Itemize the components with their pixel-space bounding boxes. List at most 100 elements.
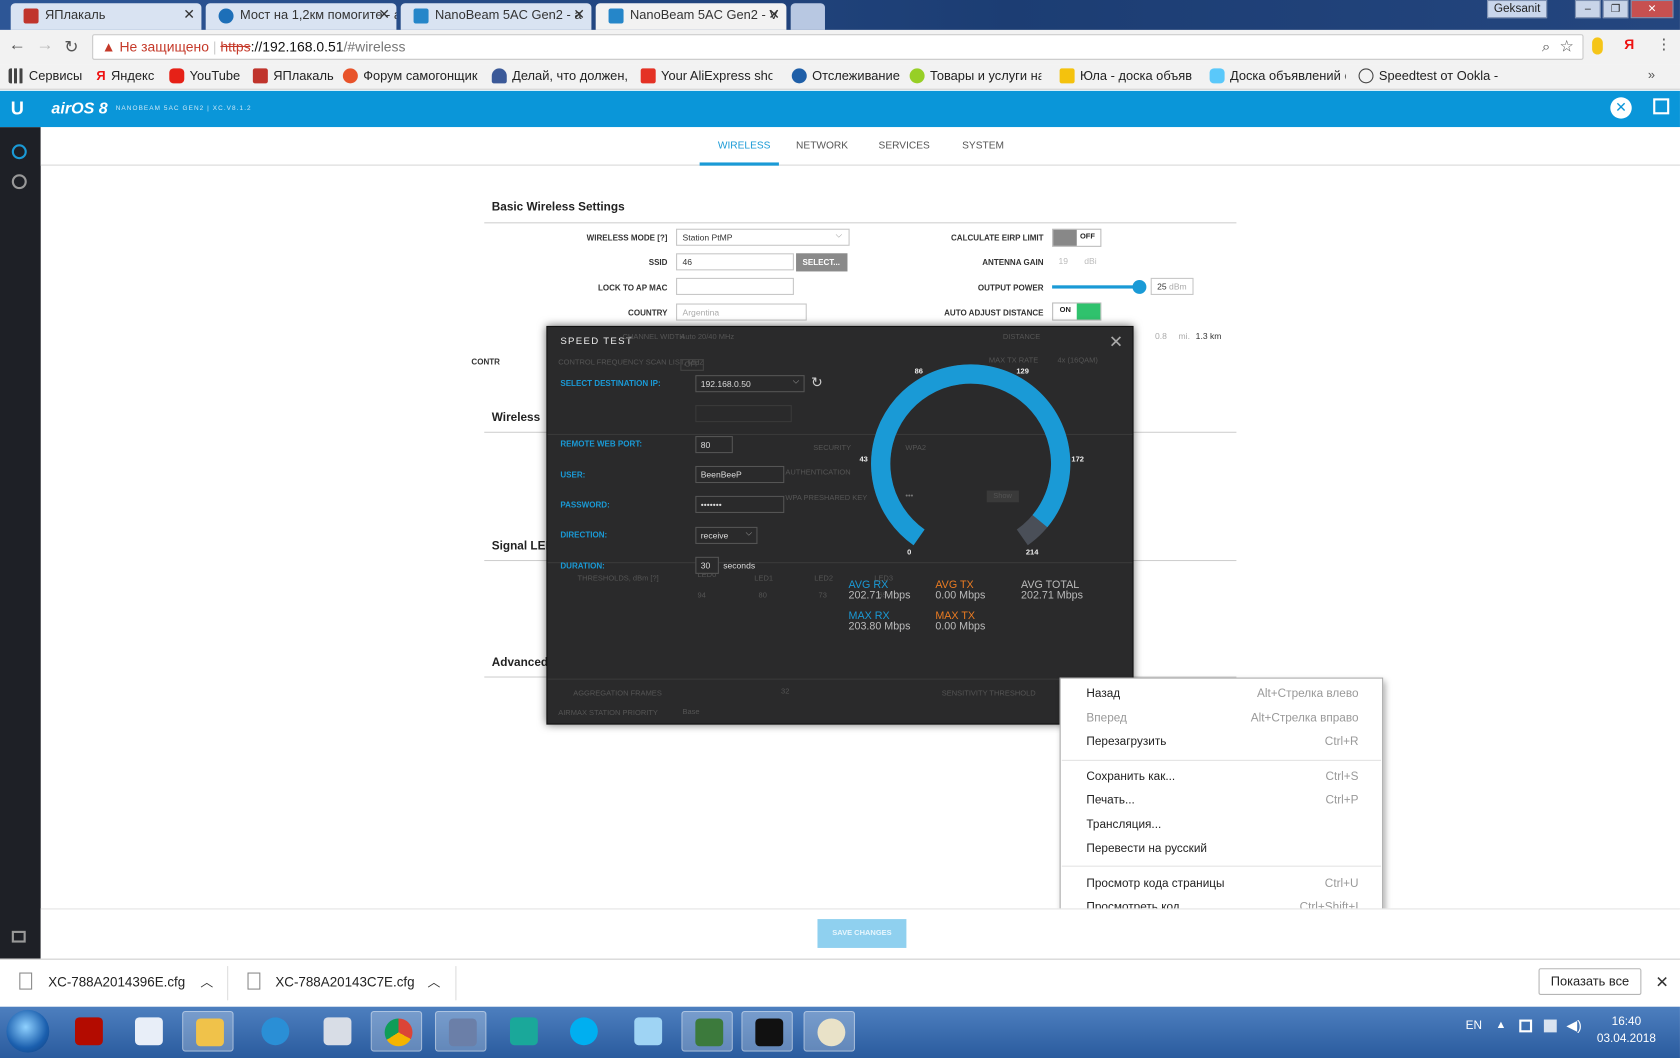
- bookmark-youtube[interactable]: YouTube: [169, 68, 240, 84]
- close-window-icon[interactable]: ✕: [1630, 0, 1674, 19]
- close-icon[interactable]: ✕: [1109, 331, 1123, 352]
- menu-item-cast[interactable]: Трансляция...: [1086, 819, 1358, 832]
- menu-item-print[interactable]: Печать... Ctrl+P: [1086, 794, 1358, 807]
- profile-button[interactable]: Geksanit: [1487, 0, 1548, 19]
- calculator-icon: [323, 1017, 352, 1046]
- menu-item-forward[interactable]: Вперед Alt+Стрелка вправо: [1086, 712, 1358, 725]
- user-input[interactable]: BeenBeeP: [695, 465, 785, 484]
- bookmark-yandex[interactable]: Я Яндекс: [96, 68, 154, 83]
- yandex-icon: Я: [96, 68, 106, 84]
- maximize-icon[interactable]: ❐: [1602, 0, 1629, 19]
- bookmark-delai[interactable]: Делай, что должен,: [491, 68, 628, 84]
- taskbar-calculator[interactable]: [311, 1011, 362, 1052]
- taskbar-paint[interactable]: [803, 1010, 855, 1052]
- tab-close-icon[interactable]: ✕: [768, 6, 780, 23]
- minimize-icon[interactable]: –: [1574, 0, 1601, 19]
- tab-forum[interactable]: Мост на 1,2км помогите - а ✕: [205, 3, 397, 30]
- chevron-up-icon[interactable]: ︿: [427, 973, 440, 991]
- bookmark-tracking[interactable]: Отслеживание: [791, 68, 900, 84]
- menu-dots-icon[interactable]: ⋮: [1656, 35, 1671, 53]
- direction-select[interactable]: receive ⌵: [695, 526, 758, 544]
- reload-icon[interactable]: ↻: [64, 36, 78, 57]
- close-shelf-icon[interactable]: ✕: [1655, 973, 1668, 992]
- logout-icon[interactable]: [1653, 98, 1670, 115]
- tab-network[interactable]: NETWORK: [796, 140, 848, 152]
- password-input[interactable]: •••••••: [695, 495, 785, 513]
- network-tray-icon[interactable]: [1543, 1019, 1557, 1033]
- bookmark-yaplakal[interactable]: ЯПлакаль: [252, 68, 334, 84]
- bookmark-aliexpress[interactable]: Your AliExpress shop: [640, 68, 772, 84]
- volume-icon[interactable]: ◀): [1566, 1017, 1581, 1034]
- action-center-icon[interactable]: [1519, 1019, 1533, 1033]
- refresh-icon[interactable]: ↻: [811, 374, 823, 391]
- taskbar-explorer[interactable]: [182, 1010, 234, 1052]
- web-port-input[interactable]: 80: [695, 436, 733, 454]
- bookmark-star-icon[interactable]: ☆: [1559, 36, 1573, 55]
- output-power-slider[interactable]: [1052, 279, 1146, 294]
- bookmark-speedtest[interactable]: Speedtest от Ookla -: [1358, 68, 1498, 84]
- taskbar-acrobat[interactable]: [62, 1011, 113, 1052]
- insecure-label: Не защищено: [119, 38, 210, 55]
- tray-expand-icon[interactable]: ▲: [1496, 1020, 1507, 1032]
- output-power-input[interactable]: 25 dBm: [1150, 277, 1194, 295]
- taskbar-monitor[interactable]: [681, 1010, 733, 1052]
- new-tab-button[interactable]: [790, 3, 825, 30]
- taskbar-max[interactable]: [497, 1011, 548, 1052]
- lock-to-ap-input[interactable]: [676, 277, 794, 295]
- download-file-1[interactable]: XC-788A2014396E.cfg: [48, 975, 185, 990]
- ssid-input[interactable]: 46: [676, 253, 794, 271]
- auto-adjust-toggle[interactable]: ON: [1052, 302, 1102, 321]
- menu-item-save-as[interactable]: Сохранить как... Ctrl+S: [1086, 771, 1358, 784]
- yandex-extension-icon[interactable]: Я: [1624, 36, 1634, 52]
- more-bookmarks-icon[interactable]: »: [1648, 67, 1655, 82]
- address-bar[interactable]: ▲ Не защищено | https://192.168.0.51/#wi…: [92, 34, 1584, 60]
- taskbar-cmd[interactable]: [741, 1010, 793, 1052]
- menu-item-translate[interactable]: Перевести на русский: [1086, 842, 1358, 855]
- tab-wireless[interactable]: WIRELESS: [718, 140, 771, 152]
- tools-icon[interactable]: ✕: [1610, 97, 1632, 119]
- menu-item-reload[interactable]: Перезагрузить Ctrl+R: [1086, 735, 1358, 748]
- tab-services[interactable]: SERVICES: [879, 140, 930, 152]
- bookmark-services[interactable]: Сервисы: [8, 68, 83, 84]
- tab-close-icon[interactable]: ✕: [573, 6, 585, 23]
- ssid-select-button[interactable]: SELECT...: [796, 253, 848, 272]
- taskbar-docs[interactable]: [122, 1011, 173, 1052]
- back-arrow-icon[interactable]: ←: [9, 36, 26, 55]
- zoom-icon[interactable]: ⌕: [1542, 37, 1550, 55]
- dest-ip-select[interactable]: 192.168.0.50 ⌵: [695, 375, 805, 393]
- tab-yaplakal[interactable]: ЯПлакаль ✕: [10, 3, 202, 30]
- menu-item-view-source[interactable]: Просмотр кода страницы Ctrl+U: [1086, 877, 1358, 890]
- taskbar-clock[interactable]: 16:40 03.04.2018: [1590, 1013, 1663, 1047]
- tab-nanobeam-1[interactable]: NanoBeam 5AC Gen2 - а ✕: [400, 3, 592, 30]
- save-changes-button[interactable]: SAVE CHANGES: [817, 919, 907, 948]
- taskbar-skype[interactable]: [557, 1011, 608, 1052]
- download-file-2[interactable]: XC-788A20143C7E.cfg: [275, 975, 414, 990]
- show-all-downloads-button[interactable]: Показать все: [1538, 968, 1642, 995]
- bookmark-board[interactable]: Доска объявлений с: [1209, 68, 1346, 84]
- bookmark-yula[interactable]: Юла - доска объявл: [1059, 68, 1191, 84]
- extension-bulb-icon[interactable]: [1592, 37, 1603, 55]
- forward-arrow-icon[interactable]: →: [36, 36, 53, 55]
- bookmark-forum[interactable]: Форум самогонщик: [342, 68, 479, 84]
- tab-close-icon[interactable]: ✕: [183, 6, 195, 23]
- tab-close-icon[interactable]: ✕: [378, 6, 390, 23]
- settings-gear-icon[interactable]: [11, 174, 27, 190]
- log-icon[interactable]: [11, 930, 26, 943]
- taskbar-network[interactable]: [621, 1011, 672, 1052]
- country-select[interactable]: Argentina: [676, 303, 807, 321]
- taskbar-chrome[interactable]: [370, 1010, 423, 1052]
- bookmark-avito[interactable]: Товары и услуги на: [909, 68, 1041, 84]
- chevron-up-icon[interactable]: ︿: [200, 973, 213, 991]
- taskbar-app-z[interactable]: [249, 1011, 300, 1052]
- wireless-mode-select[interactable]: Station PtMP ⌵: [676, 228, 850, 246]
- slider-handle[interactable]: [1132, 279, 1146, 294]
- menu-item-back[interactable]: Назад Alt+Стрелка влево: [1086, 687, 1358, 700]
- tab-system[interactable]: SYSTEM: [962, 140, 1004, 152]
- start-button[interactable]: [6, 1009, 50, 1053]
- language-indicator[interactable]: EN: [1466, 1020, 1482, 1033]
- calc-eirp-toggle[interactable]: OFF: [1052, 228, 1102, 247]
- dashboard-icon[interactable]: [11, 144, 27, 160]
- duration-input[interactable]: 30: [695, 556, 719, 574]
- tab-nanobeam-active[interactable]: NanoBeam 5AC Gen2 - V ✕: [595, 3, 787, 30]
- taskbar-app-chart[interactable]: [434, 1010, 487, 1052]
